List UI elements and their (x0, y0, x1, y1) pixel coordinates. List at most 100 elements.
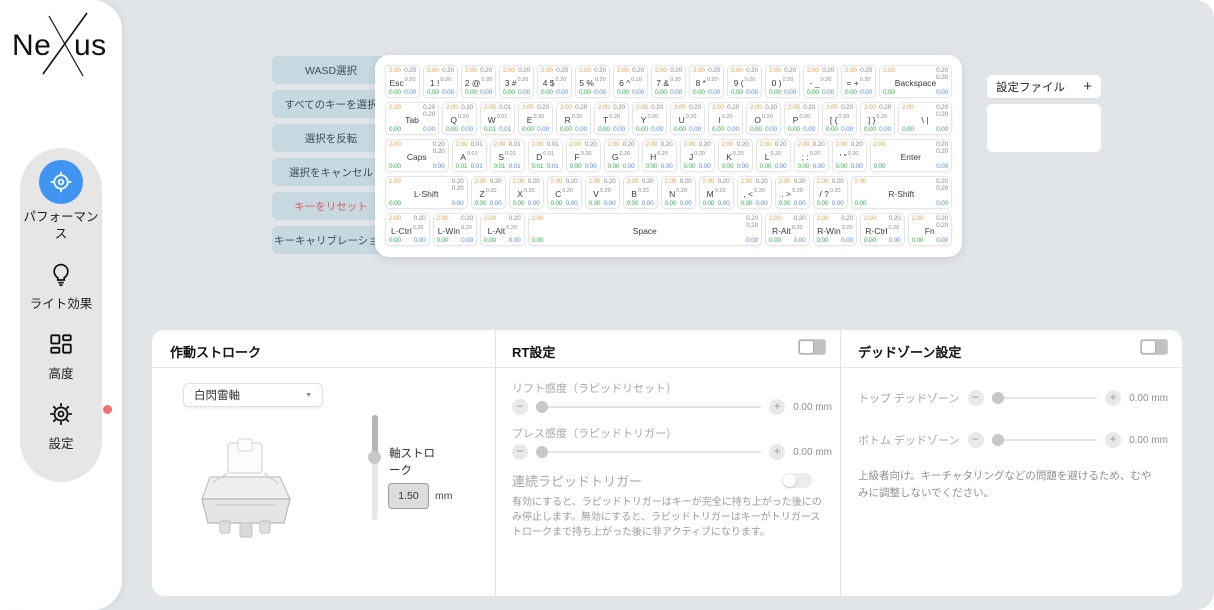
key-1![interactable]: 2.000.201 !0.200.000.00 (423, 65, 458, 98)
action-button[interactable]: キーをリセット (272, 192, 390, 220)
add-profile-button[interactable]: + (1083, 79, 1092, 94)
continuous-rt-toggle[interactable] (782, 473, 812, 488)
key-'"[interactable]: 2.000.20' "0.200.000.00 (832, 139, 867, 172)
key-D[interactable]: 2.000.01D0.010.010.01 (528, 139, 563, 172)
grid-icon (44, 327, 78, 361)
key--_[interactable]: 2.000.20- _0.200.000.00 (803, 65, 838, 98)
key-0)[interactable]: 2.000.200 )0.200.000.00 (765, 65, 800, 98)
key-,<[interactable]: 2.000.20, <0.200.000.00 (737, 176, 772, 209)
slider-track[interactable] (992, 439, 1098, 441)
key-2@[interactable]: 2.000.202 @0.200.000.00 (461, 65, 496, 98)
key-P[interactable]: 2.000.20P0.200.000.00 (784, 102, 819, 135)
sidebar-item-target[interactable]: パフォーマンス (22, 160, 100, 243)
plus-button[interactable]: + (1105, 432, 1121, 448)
key-Space[interactable]: 2.000.200.20Space0.000.00 (528, 213, 763, 246)
action-button[interactable]: 選択をキャンセル (272, 158, 390, 186)
key-]}[interactable]: 2.000.20] }0.200.000.00 (860, 102, 895, 135)
key-W[interactable]: 2.000.01W0.010.010.01 (480, 102, 515, 135)
key-N[interactable]: 2.000.20N0.200.000.00 (661, 176, 696, 209)
slider-thumb[interactable] (536, 401, 548, 413)
key-G[interactable]: 2.000.20G0.200.000.00 (604, 139, 639, 172)
key-Z[interactable]: 2.000.20Z0.200.000.00 (471, 176, 506, 209)
action-button[interactable]: 選択を反転 (272, 124, 390, 152)
key-Esc[interactable]: 2.000.20Esc0.200.000.00 (385, 65, 420, 98)
slider-thumb[interactable] (536, 446, 548, 458)
key-Tab[interactable]: 2.000.200.20Tab0.000.00 (385, 102, 439, 135)
key-F[interactable]: 2.000.20F0.200.000.00 (566, 139, 601, 172)
slider-track[interactable] (992, 397, 1098, 399)
slider-thumb[interactable] (992, 434, 1004, 446)
sidebar-item-gear[interactable]: 設定 (22, 397, 100, 453)
key-A[interactable]: 2.000.01A0.010.010.01 (452, 139, 487, 172)
key-M[interactable]: 2.000.20M0.200.000.00 (699, 176, 734, 209)
key-E[interactable]: 2.000.20E0.200.000.00 (518, 102, 553, 135)
key-L-Ctrl[interactable]: 2.000.20L-Ctrl0.200.000.00 (385, 213, 430, 246)
switch-type-select[interactable]: 白閃雷軸 ▼ (183, 383, 323, 407)
key-U[interactable]: 2.000.20U0.200.000.00 (670, 102, 705, 135)
key-C[interactable]: 2.000.20C0.200.000.00 (547, 176, 582, 209)
key-V[interactable]: 2.000.20V0.200.000.00 (585, 176, 620, 209)
plus-button[interactable]: + (769, 399, 785, 415)
key-R[interactable]: 2.000.20R0.200.000.00 (556, 102, 591, 135)
key-I[interactable]: 2.000.20I0.200.000.00 (708, 102, 743, 135)
key-[{[interactable]: 2.000.20[ {0.200.000.00 (822, 102, 857, 135)
key-L-Alt[interactable]: 2.000.20L-Alt0.200.000.00 (480, 213, 525, 246)
key-R-Alt[interactable]: 2.000.20R-Alt0.200.000.00 (765, 213, 810, 246)
deadzone-toggle[interactable] (1140, 339, 1168, 355)
key-=+[interactable]: 2.000.20= +0.200.000.00 (841, 65, 876, 98)
key-L-Win[interactable]: 2.000.20L-Win0.200.000.00 (433, 213, 478, 246)
slider-thumb[interactable] (992, 392, 1004, 404)
key-H[interactable]: 2.000.20H0.200.000.00 (642, 139, 677, 172)
plus-button[interactable]: + (769, 444, 785, 460)
key-Fn[interactable]: 2.000.200.20Fn0.000.00 (908, 213, 953, 246)
key-/?[interactable]: 2.000.20/ ?0.200.000.00 (813, 176, 848, 209)
key-;:[interactable]: 2.000.20; :0.200.000.00 (794, 139, 829, 172)
key-S[interactable]: 2.000.01S0.010.010.01 (490, 139, 525, 172)
key-Backspace[interactable]: 2.000.200.20Backspace0.000.00 (879, 65, 952, 98)
key-8*[interactable]: 2.000.208 *0.200.000.00 (689, 65, 724, 98)
sidebar-item-grid[interactable]: 高度 (22, 327, 100, 383)
key-7&[interactable]: 2.000.207 &0.200.000.00 (651, 65, 686, 98)
minus-button[interactable]: − (968, 432, 984, 448)
action-button[interactable]: WASD選択 (272, 56, 390, 84)
key-4$[interactable]: 2.000.204 $0.200.000.00 (537, 65, 572, 98)
minus-button[interactable]: − (968, 390, 984, 406)
slider-track[interactable] (536, 406, 761, 408)
key-9([interactable]: 2.000.209 (0.200.000.00 (727, 65, 762, 98)
deadzone-panel-title: デッドゾーン設定 (858, 342, 961, 361)
action-button[interactable]: キーキャリブレーション (272, 226, 390, 254)
key-.>[interactable]: 2.000.20. >0.200.000.00 (775, 176, 810, 209)
key-L[interactable]: 2.000.20L0.200.000.00 (756, 139, 791, 172)
key-6^[interactable]: 2.000.206 ^0.200.000.00 (613, 65, 648, 98)
minus-button[interactable]: − (512, 444, 528, 460)
slider-track[interactable] (536, 451, 761, 453)
key-X[interactable]: 2.000.20X0.200.000.00 (509, 176, 544, 209)
profile-list[interactable] (987, 104, 1101, 152)
key-B[interactable]: 2.000.20B0.200.000.00 (623, 176, 658, 209)
rt-toggle[interactable] (798, 339, 826, 355)
key-5%[interactable]: 2.000.205 %0.200.000.00 (575, 65, 610, 98)
key-L-Shift[interactable]: 2.000.200.20L-Shift0.000.00 (385, 176, 468, 209)
key-R-Win[interactable]: 2.000.20R-Win0.200.000.00 (813, 213, 858, 246)
key-Enter[interactable]: 2.000.200.20Enter0.000.00 (870, 139, 953, 172)
key-3#[interactable]: 2.000.203 #0.200.000.00 (499, 65, 534, 98)
axis-stroke-slider-thumb[interactable] (368, 451, 381, 464)
rt-slider-label: リフト感度（ラピッドリセット） (512, 380, 677, 396)
key-Q[interactable]: 2.000.20Q0.200.000.00 (442, 102, 477, 135)
key-J[interactable]: 2.000.20J0.200.000.00 (680, 139, 715, 172)
plus-button[interactable]: + (1105, 390, 1121, 406)
axis-stroke-slider[interactable] (372, 415, 378, 520)
key-T[interactable]: 2.000.20T0.200.000.00 (594, 102, 629, 135)
key-R-Shift[interactable]: 2.000.200.20R-Shift0.000.00 (851, 176, 953, 209)
key-Caps[interactable]: 2.000.200.20Caps0.000.00 (385, 139, 449, 172)
sidebar-item-bulb[interactable]: ライト効果 (22, 257, 100, 313)
key-R-Ctrl[interactable]: 2.000.20R-Ctrl0.200.000.00 (860, 213, 905, 246)
minus-button[interactable]: − (512, 399, 528, 415)
key-Y[interactable]: 2.000.20Y0.200.000.00 (632, 102, 667, 135)
axis-stroke-input[interactable] (388, 483, 429, 509)
key-K[interactable]: 2.000.20K0.200.000.00 (718, 139, 753, 172)
key-\|[interactable]: 2.000.200.20\ |0.000.00 (898, 102, 952, 135)
action-button[interactable]: すべてのキーを選択 (272, 90, 390, 118)
key-O[interactable]: 2.000.20O0.200.000.00 (746, 102, 781, 135)
rt-slider-label: プレス感度（ラピッドトリガー） (512, 425, 677, 441)
